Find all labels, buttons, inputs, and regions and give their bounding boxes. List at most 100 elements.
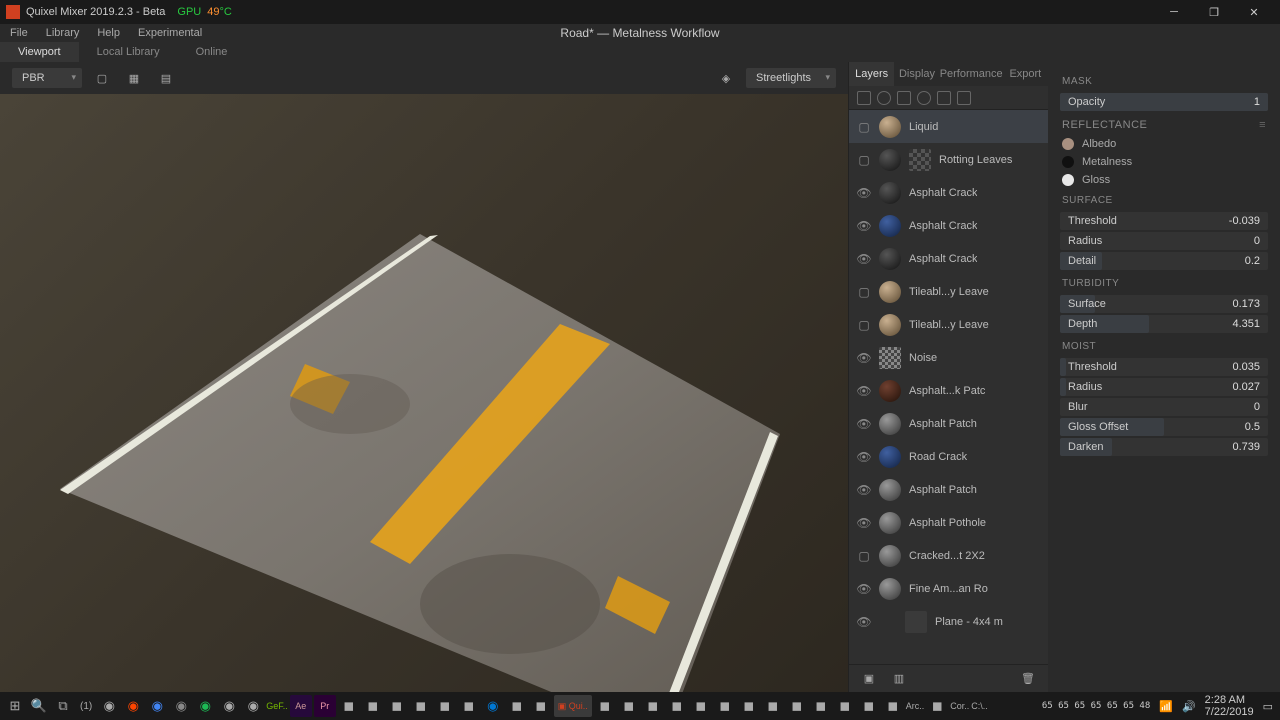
menu-library[interactable]: Library xyxy=(46,27,80,39)
start-icon[interactable]: ⊞ xyxy=(4,695,26,717)
close-button[interactable]: ✕ xyxy=(1234,0,1274,24)
tb-app-27[interactable]: ◼ xyxy=(762,695,784,717)
tb-pr[interactable]: Pr xyxy=(314,695,336,717)
tb-arc[interactable]: Arc.. xyxy=(906,695,925,717)
tab-display[interactable]: Display xyxy=(894,62,939,86)
search-icon[interactable]: 🔍 xyxy=(28,695,50,717)
tray-volume-icon[interactable]: 🔊 xyxy=(1179,700,1199,713)
tb-app-10[interactable]: ◼ xyxy=(338,695,360,717)
tb-app-34[interactable]: ◼ xyxy=(926,695,948,717)
menu-help[interactable]: Help xyxy=(97,27,120,39)
tb-app-17[interactable]: ◼ xyxy=(506,695,528,717)
moist-radius[interactable]: Radius0.027 xyxy=(1060,378,1268,396)
surface-threshold[interactable]: Threshold-0.039 xyxy=(1060,212,1268,230)
layer-visibility-toggle[interactable]: 👁 xyxy=(857,417,871,431)
menu-experimental[interactable]: Experimental xyxy=(138,27,202,39)
filter-water-icon[interactable] xyxy=(917,91,931,105)
tb-app-29[interactable]: ◼ xyxy=(810,695,832,717)
tb-app-2[interactable]: ◉ xyxy=(122,695,144,717)
layer-row[interactable]: 👁Asphalt...k Patc xyxy=(849,374,1048,407)
layer-row[interactable]: 👁Asphalt Crack xyxy=(849,176,1048,209)
tray-wifi-icon[interactable]: 📶 xyxy=(1156,700,1176,713)
add-group-icon[interactable]: ▥ xyxy=(887,667,911,691)
tb-app-23[interactable]: ◼ xyxy=(666,695,688,717)
layer-visibility-toggle[interactable]: 👁 xyxy=(857,615,871,629)
view-single-icon[interactable]: ▢ xyxy=(90,66,114,90)
prop-opacity[interactable]: Opacity 1 xyxy=(1060,93,1268,111)
tab-local-library[interactable]: Local Library xyxy=(79,42,178,62)
layer-visibility-toggle[interactable]: 👁 xyxy=(857,186,871,200)
layer-visibility-toggle[interactable]: ▢ xyxy=(857,549,871,563)
layer-row[interactable]: 👁Asphalt Crack xyxy=(849,242,1048,275)
layer-row[interactable]: 👁Road Crack xyxy=(849,440,1048,473)
workspace-label[interactable]: (1) xyxy=(76,695,96,717)
tab-export[interactable]: Export xyxy=(1003,62,1048,86)
view-list-icon[interactable]: ▤ xyxy=(154,66,178,90)
tb-app-26[interactable]: ◼ xyxy=(738,695,760,717)
layer-visibility-toggle[interactable]: 👁 xyxy=(857,450,871,464)
layer-row[interactable]: 👁Asphalt Patch xyxy=(849,473,1048,506)
tb-app-11[interactable]: ◼ xyxy=(362,695,384,717)
filter-grid-icon[interactable] xyxy=(937,91,951,105)
tray-notifications-icon[interactable]: ▭ xyxy=(1260,700,1276,713)
tb-app-1[interactable]: ◉ xyxy=(98,695,120,717)
tb-cmd[interactable]: C:\.. xyxy=(971,695,988,717)
layer-visibility-toggle[interactable]: 👁 xyxy=(857,516,871,530)
layer-row[interactable]: 👁Asphalt Crack xyxy=(849,209,1048,242)
filter-all-icon[interactable] xyxy=(857,91,871,105)
tb-quixel[interactable]: ▣ Qui.. xyxy=(554,695,592,717)
filter-square-icon[interactable] xyxy=(897,91,911,105)
layer-visibility-toggle[interactable]: ▢ xyxy=(857,153,871,167)
tb-app-30[interactable]: ◼ xyxy=(834,695,856,717)
filter-drop-icon[interactable] xyxy=(877,91,891,105)
tb-app-21[interactable]: ◼ xyxy=(618,695,640,717)
layer-row[interactable]: ▢Liquid xyxy=(849,110,1048,143)
layer-row[interactable]: ▢Tileabl...y Leave xyxy=(849,275,1048,308)
tb-app-7[interactable]: ◉ xyxy=(242,695,264,717)
layer-row[interactable]: ▢Rotting Leaves xyxy=(849,143,1048,176)
tb-app-5[interactable]: ◉ xyxy=(194,695,216,717)
turbidity-surface[interactable]: Surface0.173 xyxy=(1060,295,1268,313)
layer-row[interactable]: 👁Plane - 4x4 m xyxy=(849,605,1048,638)
viewport-canvas[interactable] xyxy=(0,94,848,692)
layer-row[interactable]: 👁Noise xyxy=(849,341,1048,374)
windows-taskbar[interactable]: ⊞ 🔍 ⧉ (1) ◉ ◉ ◉ ◉ ◉ ◉ ◉ GeF.. Ae Pr ◼ ◼ … xyxy=(0,692,1280,720)
reflectance-channel[interactable]: Metalness xyxy=(1048,153,1280,171)
filter-mask-icon[interactable] xyxy=(957,91,971,105)
layer-visibility-toggle[interactable]: 👁 xyxy=(857,252,871,266)
minimize-button[interactable]: ─ xyxy=(1154,0,1194,24)
tb-app-16[interactable]: ◉ xyxy=(482,695,504,717)
menu-file[interactable]: File xyxy=(10,27,28,39)
tb-app-25[interactable]: ◼ xyxy=(714,695,736,717)
tab-layers[interactable]: Layers xyxy=(849,62,894,86)
tb-app-20[interactable]: ◼ xyxy=(594,695,616,717)
layer-row[interactable]: 👁Asphalt Patch xyxy=(849,407,1048,440)
environment-dropdown[interactable]: Streetlights xyxy=(746,68,836,88)
add-folder-icon[interactable]: ▣ xyxy=(857,667,881,691)
tab-online[interactable]: Online xyxy=(178,42,246,62)
layer-visibility-toggle[interactable]: 👁 xyxy=(857,219,871,233)
tab-viewport[interactable]: Viewport xyxy=(0,42,79,62)
shading-dropdown[interactable]: PBR xyxy=(12,68,82,88)
layer-visibility-toggle[interactable]: ▢ xyxy=(857,318,871,332)
turbidity-depth[interactable]: Depth4.351 xyxy=(1060,315,1268,333)
moist-darken[interactable]: Darken0.739 xyxy=(1060,438,1268,456)
tb-chrome[interactable]: ◉ xyxy=(146,695,168,717)
moist-gloss-offset[interactable]: Gloss Offset0.5 xyxy=(1060,418,1268,436)
surface-radius[interactable]: Radius0 xyxy=(1060,232,1268,250)
maximize-button[interactable]: ❐ xyxy=(1194,0,1234,24)
view-grid-icon[interactable]: ▦ xyxy=(122,66,146,90)
tb-app-22[interactable]: ◼ xyxy=(642,695,664,717)
tb-app-14[interactable]: ◼ xyxy=(434,695,456,717)
delete-layer-icon[interactable]: 🗑 xyxy=(1016,667,1040,691)
layer-visibility-toggle[interactable]: 👁 xyxy=(857,483,871,497)
layer-visibility-toggle[interactable]: 👁 xyxy=(857,351,871,365)
tb-app-4[interactable]: ◉ xyxy=(170,695,192,717)
reflectance-channel[interactable]: Albedo xyxy=(1048,135,1280,153)
tb-app-31[interactable]: ◼ xyxy=(858,695,880,717)
taskview-icon[interactable]: ⧉ xyxy=(52,695,74,717)
layer-visibility-toggle[interactable]: 👁 xyxy=(857,384,871,398)
moist-blur[interactable]: Blur0 xyxy=(1060,398,1268,416)
reflectance-channel[interactable]: Gloss xyxy=(1048,171,1280,189)
tb-app-32[interactable]: ◼ xyxy=(882,695,904,717)
